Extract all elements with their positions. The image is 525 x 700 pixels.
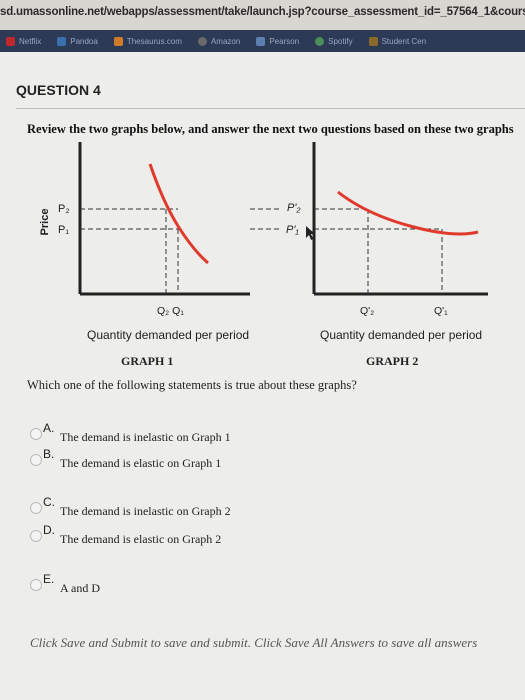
graph1-p1-label: P₁ [58,224,69,236]
bookmark-label: Spotify [328,36,353,46]
graph2-p1-label: P'₁ [286,224,299,236]
footer-instructions: Click Save and Submit to save and submit… [30,635,478,650]
radio-button[interactable] [30,428,42,440]
bookmark-thesaurus[interactable]: Thesaurus.com [108,36,192,46]
spotify-icon [315,36,325,46]
option-letter: E. [43,572,55,586]
option-d[interactable]: D. The demand is elastic on Graph 2 [30,523,330,550]
graph1-demand-curve [148,163,209,265]
question-text: Which one of the following statements is… [27,378,357,392]
bookmark-netflix[interactable]: Netflix [0,36,51,46]
graphs-figure: Price P₂ P₁ Q₂ Q₁ Quantity demanded per … [39,142,488,342]
radio-button[interactable] [30,530,42,542]
bookmark-amazon[interactable]: Amazon [192,36,250,46]
option-text: A and D [60,581,100,595]
radio-button[interactable] [30,502,42,514]
graph1-q-labels: Q₂ Q₁ [157,305,184,317]
graph1-xlabel: Quantity demanded per period [87,328,249,342]
graph2-q1-label: Q'₁ [434,305,448,317]
option-text: The demand is inelastic on Graph 2 [60,504,231,518]
bookmarks-bar: Netflix Pandoa Thesaurus.com Amazon Pear… [0,30,525,52]
graph2-demand-curve [337,190,479,236]
pearson-icon [256,36,266,46]
option-letter: A. [43,421,55,435]
radio-button[interactable] [30,579,42,591]
bookmark-label: Pearson [269,36,300,46]
option-text: The demand is inelastic on Graph 1 [60,430,231,444]
option-letter: B. [43,447,55,461]
assessment-content: QUESTION 4 Review the two graphs below, … [0,52,525,700]
umass-icon [368,36,378,46]
option-b[interactable]: B. The demand is elastic on Graph 1 [30,447,330,474]
graph2-title: GRAPH 2 [366,354,419,368]
graph-1: Price P₂ P₁ Q₂ Q₁ Quantity demanded per … [39,142,250,342]
radio-button[interactable] [30,454,42,466]
bookmark-pandora[interactable]: Pandoa [51,36,108,46]
divider [16,108,525,109]
graph1-ylabel: Price [39,209,51,236]
url-text: sd.umassonline.net/webapps/assessment/ta… [0,6,525,18]
option-a[interactable]: A. The demand is inelastic on Graph 1 [30,421,330,448]
option-letter: D. [43,523,55,537]
graph1-p2-label: P₂ [58,203,70,215]
graph2-q2-label: Q'₂ [360,305,374,317]
option-c[interactable]: C. The demand is inelastic on Graph 2 [30,495,330,522]
graph-2: P'₂ P'₁ Q'₂ Q'₁ Quantity demanded per pe… [250,142,488,342]
bookmark-label: Student Cen [381,36,427,46]
graph2-xlabel: Quantity demanded per period [320,328,482,342]
bookmark-label: Netflix [19,36,42,46]
question-header: QUESTION 4 [16,82,101,98]
bookmark-label: Thesaurus.com [126,36,182,46]
pandora-icon [57,36,67,46]
bookmark-label: Amazon [210,36,241,46]
graph1-title: GRAPH 1 [121,354,174,368]
option-text: The demand is elastic on Graph 1 [60,456,222,470]
option-letter: C. [43,495,55,509]
bookmark-spotify[interactable]: Spotify [309,36,362,46]
option-e[interactable]: E. A and D [30,572,330,599]
bookmark-label: Pandoa [70,36,98,46]
address-bar[interactable]: sd.umassonline.net/webapps/assessment/ta… [0,0,525,30]
bookmark-student-center[interactable]: Student Cen [363,36,436,46]
graph2-p2-label: P'₂ [287,202,301,214]
option-text: The demand is elastic on Graph 2 [60,532,222,546]
netflix-icon [6,36,15,46]
bookmark-pearson[interactable]: Pearson [250,36,309,46]
thesaurus-icon [113,36,123,46]
amazon-icon [197,36,207,46]
